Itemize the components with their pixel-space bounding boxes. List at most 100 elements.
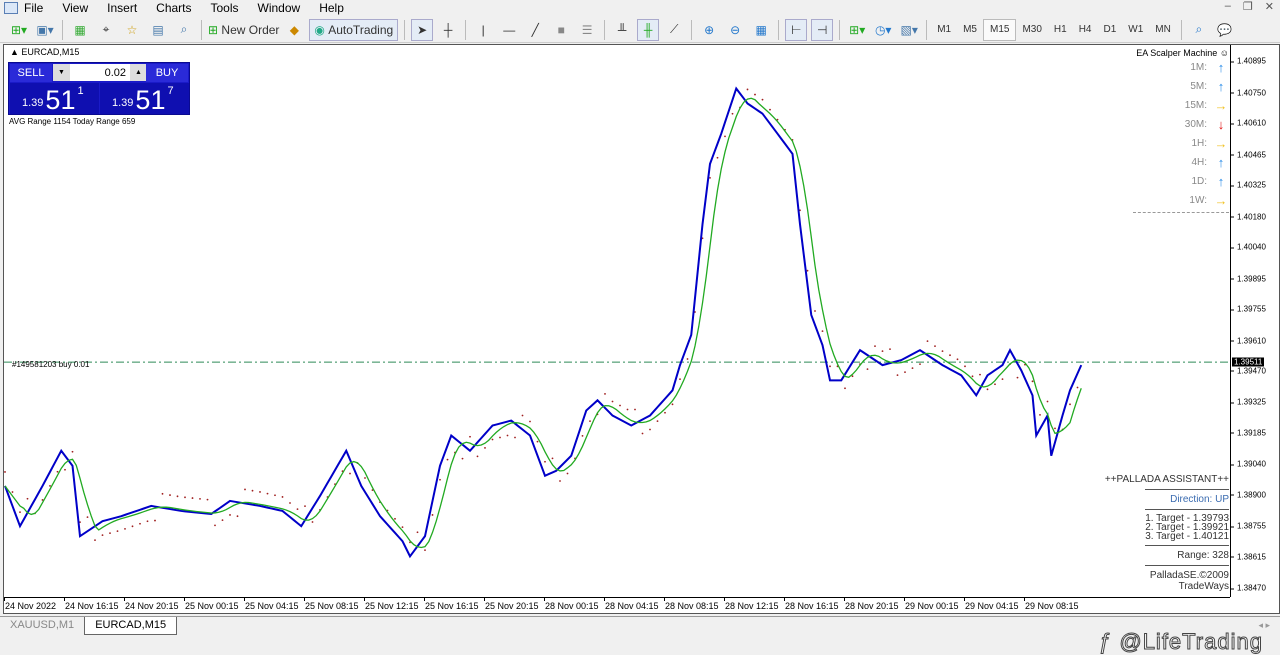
arrow-up-icon: ↑ bbox=[1213, 60, 1229, 75]
tester-icon[interactable]: ⌕ bbox=[173, 19, 195, 41]
y-tick-label: 1.40325 bbox=[1237, 181, 1266, 190]
divider bbox=[1145, 545, 1229, 546]
menu-help[interactable]: Help bbox=[319, 1, 344, 15]
menu-insert[interactable]: Insert bbox=[107, 1, 137, 15]
sar-dot bbox=[919, 363, 921, 365]
sar-dot bbox=[709, 177, 711, 179]
sar-dot bbox=[754, 94, 756, 96]
sar-dot bbox=[604, 393, 606, 395]
sar-dot bbox=[949, 354, 951, 356]
navigator-icon[interactable]: ⌖ bbox=[95, 19, 117, 41]
bid-price[interactable]: 1.39511 bbox=[10, 83, 99, 114]
lot-value[interactable]: 0.02 bbox=[70, 67, 130, 79]
ask-price[interactable]: 1.39517 bbox=[100, 83, 189, 114]
bar-chart-icon[interactable]: ╨ bbox=[611, 19, 633, 41]
sar-dot bbox=[537, 441, 539, 443]
sar-dot bbox=[634, 409, 636, 411]
timeframe-m1[interactable]: M1 bbox=[931, 19, 957, 41]
menu-charts[interactable]: Charts bbox=[156, 1, 191, 15]
sar-dot bbox=[244, 489, 246, 491]
indicators-icon[interactable]: ⊞▾ bbox=[846, 19, 868, 41]
timeframe-w1[interactable]: W1 bbox=[1122, 19, 1149, 41]
sar-dot bbox=[552, 458, 554, 460]
ea-timeframe: 30M: bbox=[1185, 119, 1207, 130]
fibo-icon[interactable]: ☰ bbox=[576, 19, 598, 41]
sar-dot bbox=[109, 532, 111, 534]
price-axis[interactable]: 1.408951.407501.406101.404651.403251.401… bbox=[1230, 45, 1280, 597]
zoom-in-icon[interactable]: ⊕ bbox=[698, 19, 720, 41]
profiles-icon[interactable]: ▣▾ bbox=[34, 19, 56, 41]
time-axis[interactable]: 24 Nov 202224 Nov 16:1524 Nov 20:1525 No… bbox=[4, 597, 1230, 613]
tab-eurcad-m15[interactable]: EURCAD,M15 bbox=[84, 617, 177, 635]
candlestick-icon[interactable]: ╫ bbox=[637, 19, 659, 41]
buy-button[interactable]: BUY bbox=[146, 64, 188, 82]
periods-icon[interactable]: ◷▾ bbox=[872, 19, 894, 41]
lot-increase-button[interactable]: ▲ bbox=[130, 64, 147, 81]
tab-scroll-arrows[interactable]: ◂ ▸ bbox=[1258, 620, 1270, 631]
timeframe-m15[interactable]: M15 bbox=[983, 19, 1016, 41]
sar-dot bbox=[177, 495, 179, 497]
timeframe-m5[interactable]: M5 bbox=[957, 19, 983, 41]
sar-dot bbox=[732, 113, 734, 115]
x-tick-label: 28 Nov 08:15 bbox=[665, 601, 719, 611]
new-order-button[interactable]: ⊞ New Order bbox=[208, 19, 279, 41]
menu-tools[interactable]: Tools bbox=[211, 1, 239, 15]
chart-symbol: ▲ EURCAD,M15 bbox=[10, 47, 79, 57]
timeframe-m30[interactable]: M30 bbox=[1016, 19, 1047, 41]
menu-file[interactable]: File bbox=[24, 1, 43, 15]
x-tick-label: 28 Nov 00:15 bbox=[545, 601, 599, 611]
lot-size-input[interactable]: ▼ 0.02 ▲ bbox=[53, 64, 147, 81]
timeframe-h4[interactable]: H4 bbox=[1073, 19, 1098, 41]
sar-dot bbox=[132, 525, 134, 527]
sar-dot bbox=[87, 516, 89, 518]
tab-xauusd-m1[interactable]: XAUUSD,M1 bbox=[0, 617, 84, 635]
sar-dot bbox=[447, 459, 449, 461]
x-tick-label: 29 Nov 00:15 bbox=[905, 601, 959, 611]
templates-icon[interactable]: ▧▾ bbox=[898, 19, 920, 41]
sell-button[interactable]: SELL bbox=[10, 64, 52, 82]
timeframe-d1[interactable]: D1 bbox=[1098, 19, 1123, 41]
trendline-icon[interactable]: ╱ bbox=[524, 19, 546, 41]
sar-dot bbox=[762, 99, 764, 101]
timeframe-h1[interactable]: H1 bbox=[1048, 19, 1073, 41]
timeframe-mn[interactable]: MN bbox=[1149, 19, 1177, 41]
search-icon[interactable]: ⌕ bbox=[1188, 19, 1210, 41]
shapes-icon[interactable]: ■ bbox=[550, 19, 572, 41]
tile-windows-icon[interactable]: ▦ bbox=[750, 19, 772, 41]
toolbar: ⊞▾ ▣▾ ▦ ⌖ ☆ ▤ ⌕ ⊞ New Order ◆ ◉ AutoTrad… bbox=[0, 17, 1280, 43]
market-watch-icon[interactable]: ▦ bbox=[69, 19, 91, 41]
restore-icon[interactable]: ❐ bbox=[1243, 0, 1253, 13]
minimize-icon[interactable]: – bbox=[1225, 0, 1231, 13]
menu-view[interactable]: View bbox=[62, 1, 88, 15]
y-tick-label: 1.38615 bbox=[1237, 552, 1266, 561]
sar-dot bbox=[942, 350, 944, 352]
chart-shift-icon[interactable]: ⊣ bbox=[811, 19, 833, 41]
autotrading-button[interactable]: ◉ AutoTrading bbox=[309, 19, 398, 41]
sar-dot bbox=[492, 439, 494, 441]
moving-average-line bbox=[5, 98, 1081, 547]
cursor-icon[interactable]: ➤ bbox=[411, 19, 433, 41]
chat-icon[interactable]: 💬 bbox=[1214, 19, 1236, 41]
zoom-out-icon[interactable]: ⊖ bbox=[724, 19, 746, 41]
menu-window[interactable]: Window bbox=[258, 1, 301, 15]
lot-decrease-button[interactable]: ▼ bbox=[53, 64, 70, 81]
autoscroll-icon[interactable]: ⊢ bbox=[785, 19, 807, 41]
horizontal-line-icon[interactable]: — bbox=[498, 19, 520, 41]
new-chart-icon[interactable]: ⊞▾ bbox=[8, 19, 30, 41]
sar-dot bbox=[964, 365, 966, 367]
line-chart-icon[interactable]: ⟋ bbox=[663, 19, 685, 41]
vertical-line-icon[interactable]: | bbox=[472, 19, 494, 41]
sar-dot bbox=[102, 534, 104, 536]
bid-small: 1.39 bbox=[22, 97, 43, 109]
sar-dot bbox=[507, 435, 509, 437]
ask-sup: 7 bbox=[167, 85, 173, 97]
close-icon[interactable]: ✕ bbox=[1265, 0, 1274, 13]
chart-window[interactable]: ▲ EURCAD,M15 SELL ▼ 0.02 ▲ BUY 1.39511 1… bbox=[3, 44, 1280, 614]
terminal-icon[interactable]: ▤ bbox=[147, 19, 169, 41]
sar-dot bbox=[972, 375, 974, 377]
sar-dot bbox=[664, 412, 666, 414]
sar-dot bbox=[4, 471, 6, 473]
crosshair-icon[interactable]: ┼ bbox=[437, 19, 459, 41]
metaeditor-icon[interactable]: ◆ bbox=[283, 19, 305, 41]
favorites-icon[interactable]: ☆ bbox=[121, 19, 143, 41]
